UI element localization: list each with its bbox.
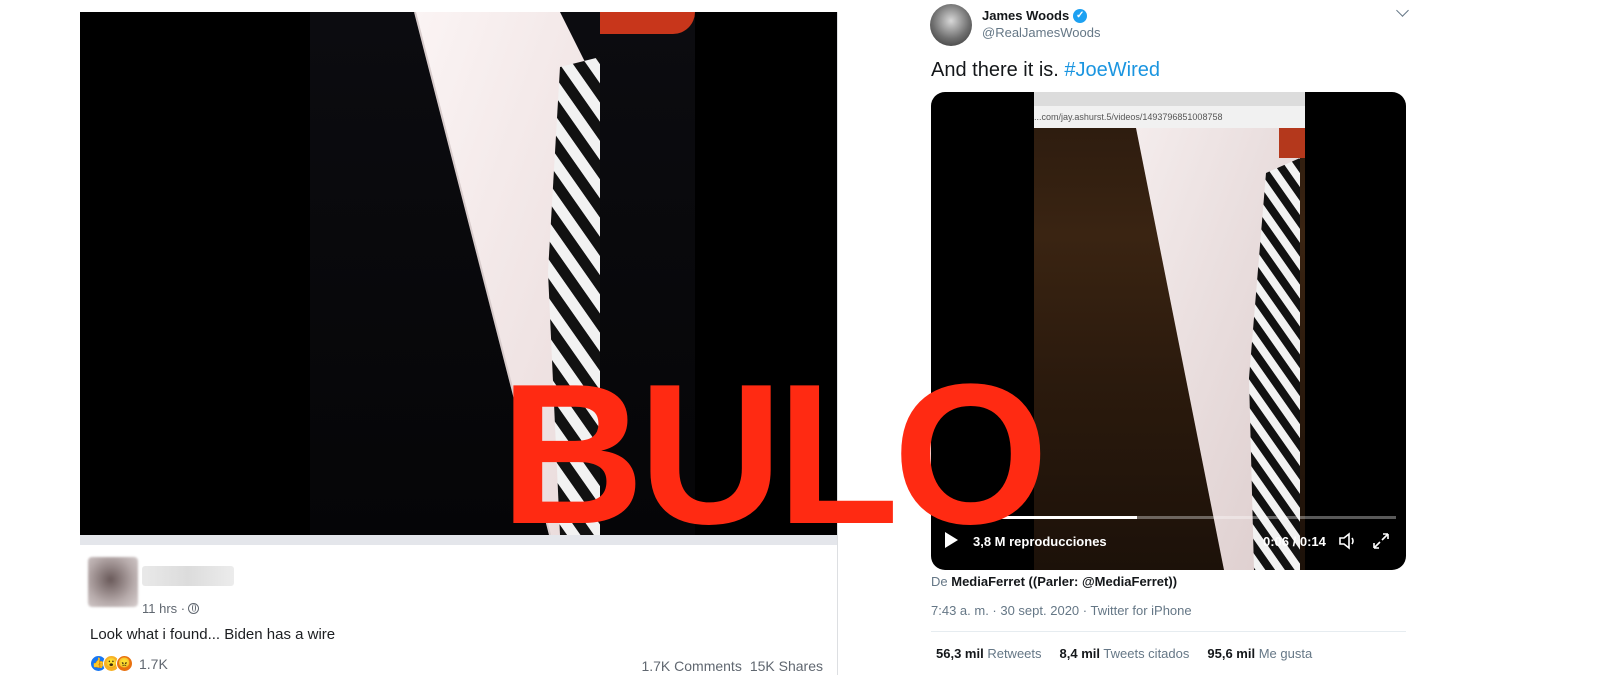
reaction-count: 1.7K [139,655,168,672]
source-prefix: De [931,574,952,589]
author-name-blurred[interactable] [142,566,234,586]
chevron-down-icon[interactable] [1396,4,1409,17]
tweet: James Woods ✓ @RealJamesWoods And there … [920,0,1410,675]
avatar[interactable] [930,4,972,46]
avatar-blurred[interactable] [88,557,138,607]
video-frame-shirt-tie [1136,128,1305,570]
verified-icon: ✓ [1073,8,1088,23]
tweet-text: And there it is. #JoeWired [931,59,1160,82]
hoax-stamp: BULO [500,343,1049,566]
source-name[interactable]: MediaFerret ((Parler: @MediaFerret)) [951,574,1177,589]
retweets-label: Retweets [987,646,1042,661]
shares-count[interactable]: 15K Shares [750,658,823,674]
volume-icon[interactable] [1337,531,1357,551]
browser-tabs [1034,92,1305,106]
divider [931,631,1406,632]
hashtag-link[interactable]: #JoeWired [1064,59,1160,81]
browser-url: ...com/jay.ashurst.5/videos/149379685100… [1034,106,1305,128]
tweet-stats: 56,3 mil Retweets 8,4 mil Tweets citados… [936,646,1312,661]
video-frame: ...com/jay.ashurst.5/videos/149379685100… [1034,92,1305,570]
likes-count: 95,6 mil [1207,646,1256,661]
quotes-stat[interactable]: 8,4 mil Tweets citados [1060,646,1190,661]
fullscreen-icon[interactable] [1371,531,1391,551]
post-time[interactable]: 11 hrs · [142,601,185,616]
author-name: James Woods [982,8,1070,23]
quotes-label: Tweets citados [1103,646,1190,661]
video-source: De MediaFerret ((Parler: @MediaFerret)) [931,574,1177,589]
tweet-author[interactable]: James Woods ✓ [982,8,1088,23]
reactions-summary[interactable]: 👍 😮 😠 1.7K [90,655,168,672]
post-meta: 11 hrs · [142,601,200,616]
angry-icon: 😠 [116,655,133,672]
globe-icon [188,603,200,614]
quotes-count: 8,4 mil [1059,646,1100,661]
likes-label: Me gusta [1258,646,1313,661]
author-handle[interactable]: @RealJamesWoods [982,25,1100,40]
engagement-counts: 1.7K Comments 15K Shares [641,658,823,674]
tweet-date[interactable]: 7:43 a. m. · 30 sept. 2020 · Twitter for… [931,603,1192,618]
retweets-stat[interactable]: 56,3 mil Retweets [936,646,1042,661]
retweets-count: 56,3 mil [936,646,984,661]
video-time: 0:06 / 0:14 [1263,534,1326,549]
likes-stat[interactable]: 95,6 mil Me gusta [1207,646,1312,661]
tweet-body: And there it is. [931,59,1065,81]
comments-count[interactable]: 1.7K Comments [641,658,741,674]
post-text: Look what i found... Biden has a wire [90,626,336,643]
